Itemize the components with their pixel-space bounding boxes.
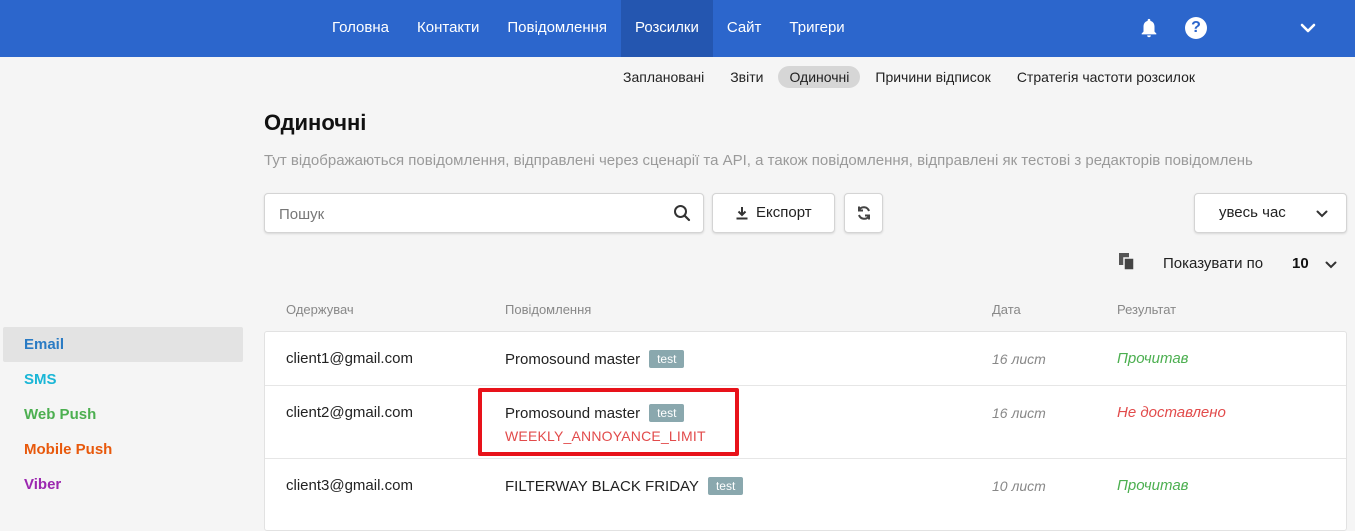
- table-row[interactable]: client2@gmail.com Promosound master test …: [265, 386, 1346, 459]
- message-title: FILTERWAY BLACK FRIDAY: [505, 478, 699, 495]
- table-row[interactable]: client3@gmail.com FILTERWAY BLACK FRIDAY…: [265, 459, 1346, 519]
- page-title: Одиночні: [264, 110, 367, 135]
- message-title: Promosound master: [505, 351, 641, 368]
- error-code: WEEKLY_ANNOYANCE_LIMIT: [505, 428, 706, 444]
- sidebar-item-viber[interactable]: Viber: [3, 467, 243, 502]
- test-badge: test: [707, 477, 744, 495]
- chevron-down-icon[interactable]: [1325, 259, 1337, 271]
- nav-item-campaigns[interactable]: Розсилки: [621, 0, 713, 57]
- copy-icon[interactable]: [1119, 253, 1135, 271]
- message-title: Promosound master: [505, 405, 641, 422]
- sidebar-item-mobile-push[interactable]: Mobile Push: [3, 432, 243, 467]
- test-badge: test: [649, 404, 685, 422]
- per-page-label: Показувати по: [1163, 255, 1264, 272]
- nav-item-contacts[interactable]: Контакти: [403, 0, 493, 57]
- subnav-single[interactable]: Одиночні: [778, 66, 861, 88]
- date-cell: 16 лист: [992, 405, 1046, 421]
- nav-item-triggers[interactable]: Тригери: [775, 0, 858, 57]
- help-icon[interactable]: ?: [1185, 17, 1207, 39]
- download-icon: [736, 207, 748, 220]
- column-header-recipient: Одержувач: [286, 302, 354, 317]
- test-badge: test: [649, 350, 685, 368]
- subnav-scheduled[interactable]: Заплановані: [612, 66, 715, 88]
- search-icon[interactable]: [673, 204, 691, 222]
- nav-item-site[interactable]: Сайт: [713, 0, 776, 57]
- period-dropdown[interactable]: увесь час: [1194, 193, 1347, 233]
- refresh-icon: [858, 206, 870, 220]
- column-header-result: Результат: [1117, 302, 1177, 317]
- messages-table: client1@gmail.com Promosound master test …: [264, 331, 1347, 531]
- recipient-cell: client1@gmail.com: [286, 350, 413, 367]
- channel-sidebar: Email SMS Web Push Mobile Push Viber: [3, 327, 243, 502]
- refresh-button[interactable]: [844, 193, 883, 233]
- subnav-reports[interactable]: Звіти: [719, 66, 774, 88]
- search-input[interactable]: [279, 203, 659, 225]
- message-cell[interactable]: Promosound master test: [505, 350, 685, 368]
- export-button[interactable]: Експорт: [712, 193, 835, 233]
- main-nav: Головна Контакти Повідомлення Розсилки С…: [318, 0, 859, 57]
- column-header-date: Дата: [992, 302, 1021, 317]
- message-cell[interactable]: Promosound master test: [505, 404, 685, 422]
- period-label: увесь час: [1219, 204, 1286, 221]
- result-cell: Прочитав: [1117, 350, 1189, 367]
- export-label: Експорт: [756, 204, 812, 221]
- sub-navigation: Заплановані Звіти Одиночні Причини відпи…: [612, 66, 1210, 88]
- message-cell[interactable]: FILTERWAY BLACK FRIDAY test: [505, 477, 744, 495]
- table-row[interactable]: client1@gmail.com Promosound master test …: [265, 332, 1346, 386]
- bell-icon[interactable]: [1138, 16, 1160, 40]
- chevron-down-icon: [1316, 210, 1328, 218]
- sidebar-item-email[interactable]: Email: [3, 327, 243, 362]
- date-cell: 16 лист: [992, 351, 1046, 367]
- recipient-cell: client2@gmail.com: [286, 404, 413, 421]
- date-cell: 10 лист: [992, 478, 1046, 494]
- sidebar-item-sms[interactable]: SMS: [3, 362, 243, 397]
- search-box: [264, 193, 704, 233]
- recipient-cell: client3@gmail.com: [286, 477, 413, 494]
- nav-item-messages[interactable]: Повідомлення: [493, 0, 621, 57]
- page-description: Тут відображаються повідомлення, відправ…: [264, 152, 1253, 169]
- nav-item-home[interactable]: Головна: [318, 0, 403, 57]
- chevron-down-icon[interactable]: [1300, 20, 1316, 36]
- subnav-frequency-strategy[interactable]: Стратегія частоти розсилок: [1006, 66, 1206, 88]
- top-navigation-bar: Головна Контакти Повідомлення Розсилки С…: [0, 0, 1355, 57]
- result-cell: Прочитав: [1117, 477, 1189, 494]
- result-cell: Не доставлено: [1117, 404, 1226, 421]
- sidebar-item-web-push[interactable]: Web Push: [3, 397, 243, 432]
- column-header-message: Повідомлення: [505, 302, 592, 317]
- subnav-unsubscribe-reasons[interactable]: Причини відписок: [864, 66, 1001, 88]
- per-page-value[interactable]: 10: [1292, 255, 1309, 272]
